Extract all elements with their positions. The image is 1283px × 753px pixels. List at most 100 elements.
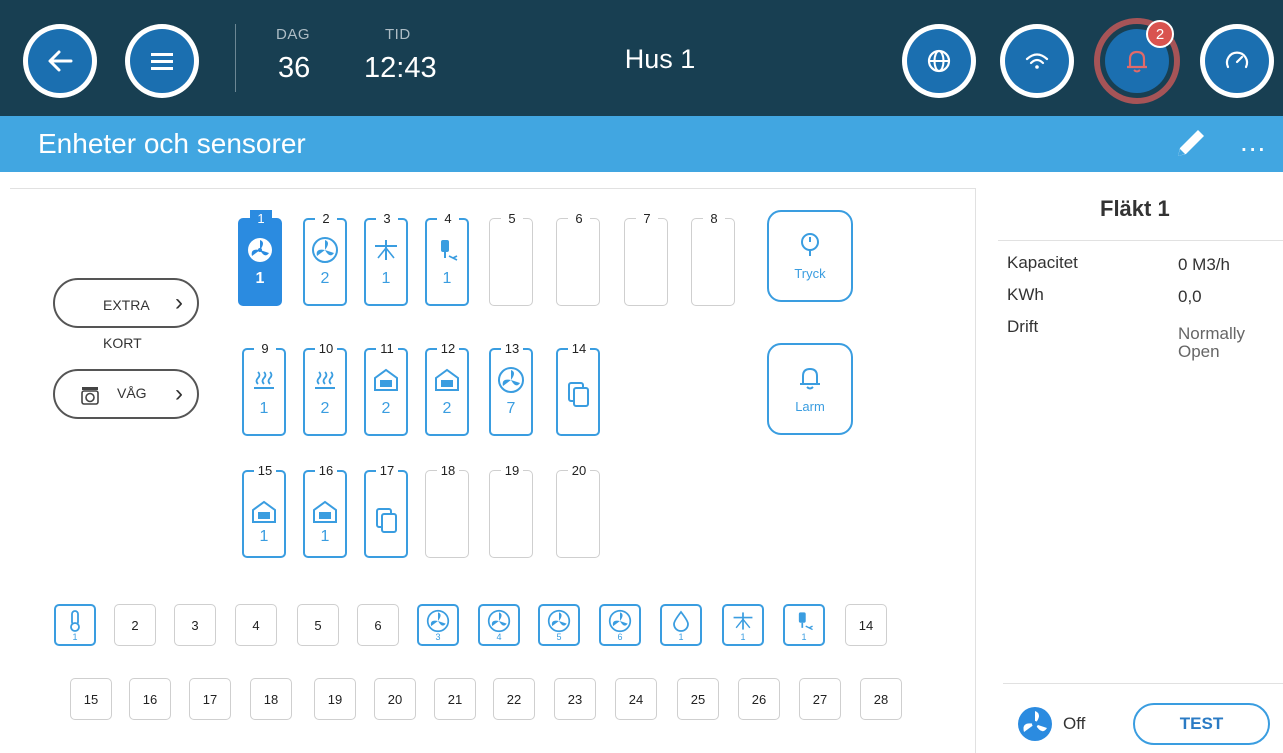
fan-icon xyxy=(498,367,524,393)
slot-count: 1 xyxy=(259,528,269,545)
slot-number: 2 xyxy=(315,210,337,228)
scale-button[interactable]: VÅG › xyxy=(53,369,199,419)
slot-count: 1 xyxy=(255,270,265,287)
sensor-slot-16[interactable]: 16 xyxy=(129,678,171,720)
slot-number: 14 xyxy=(568,340,590,358)
device-slot-8[interactable]: 8 xyxy=(691,210,735,306)
fan-icon xyxy=(547,609,571,632)
sensor-slot-12[interactable]: 1 xyxy=(722,604,764,646)
slot-number: 11 xyxy=(376,340,398,358)
device-slot-14[interactable]: 14 xyxy=(556,340,600,436)
fan-icon xyxy=(608,609,632,632)
sensor-slot-13[interactable]: 1 xyxy=(783,604,825,646)
sensor-slot-17[interactable]: 17 xyxy=(189,678,231,720)
sensor-slot-2[interactable]: 2 xyxy=(114,604,156,646)
copy-icon xyxy=(568,382,589,407)
device-slot-20[interactable]: 20 xyxy=(556,462,600,558)
sensor-slot-4[interactable]: 4 xyxy=(235,604,277,646)
water-drop-icon xyxy=(673,610,689,632)
network-button[interactable] xyxy=(1000,24,1074,98)
sensor-slot-18[interactable]: 18 xyxy=(250,678,292,720)
slot-count: 1 xyxy=(320,528,330,545)
dashboard-button[interactable] xyxy=(1200,24,1274,98)
back-button[interactable] xyxy=(23,24,97,98)
curtain-open-icon xyxy=(374,368,398,391)
sensor-slot-14[interactable]: 14 xyxy=(845,604,887,646)
device-slot-11[interactable]: 11 2 xyxy=(364,340,408,436)
arrow-left-icon xyxy=(48,50,73,72)
device-slot-12[interactable]: 12 2 xyxy=(425,340,469,436)
device-slot-15[interactable]: 15 1 xyxy=(242,462,286,558)
sensor-slot-8[interactable]: 4 xyxy=(478,604,520,646)
slot-number: 12 xyxy=(437,340,459,358)
sensor-slot-1[interactable]: 1 xyxy=(54,604,96,646)
device-slot-17[interactable]: 17 xyxy=(364,462,408,558)
sensor-slot-3[interactable]: 3 xyxy=(174,604,216,646)
sensor-slot-9[interactable]: 5 xyxy=(538,604,580,646)
slot-count: 1 xyxy=(442,270,452,287)
mode-value-line1: Normally xyxy=(1178,324,1246,343)
edit-icon[interactable] xyxy=(1172,124,1210,162)
extra-card-button[interactable]: EXTRA KORT › xyxy=(53,278,199,351)
divider xyxy=(998,240,1283,241)
alarm-settings-button[interactable]: Larm xyxy=(767,343,853,435)
sensor-slot-20[interactable]: 20 xyxy=(374,678,416,720)
sensor-slot-28[interactable]: 28 xyxy=(860,678,902,720)
device-slot-19[interactable]: 19 xyxy=(489,462,533,558)
device-slot-9[interactable]: 9 1 xyxy=(242,340,286,436)
device-slot-6[interactable]: 6 xyxy=(556,210,600,306)
capacity-label: Kapacitet xyxy=(1007,253,1078,272)
alarm-count-badge: 2 xyxy=(1146,20,1174,48)
bell-icon xyxy=(1127,50,1147,73)
time-label: TID xyxy=(385,26,411,43)
device-slot-10[interactable]: 10 2 xyxy=(303,340,347,436)
slot-number: 10 xyxy=(315,340,337,358)
sensor-slot-7[interactable]: 3 xyxy=(417,604,459,646)
device-slot-4[interactable]: 4 1 xyxy=(425,210,469,306)
fan-status-icon xyxy=(1018,707,1052,741)
scale-icon xyxy=(81,387,99,405)
slot-body xyxy=(489,470,533,558)
sensor-slot-21[interactable]: 21 xyxy=(434,678,476,720)
device-slot-16[interactable]: 16 1 xyxy=(303,462,347,558)
sensor-slot-5[interactable]: 5 xyxy=(297,604,339,646)
slot-body xyxy=(556,218,600,306)
pressure-button[interactable]: Tryck xyxy=(767,210,853,302)
device-slot-13[interactable]: 13 7 xyxy=(489,340,533,436)
sensor-slot-22[interactable]: 22 xyxy=(493,678,535,720)
device-slot-3[interactable]: 3 1 xyxy=(364,210,408,306)
sensor-slot-19[interactable]: 19 xyxy=(314,678,356,720)
heater-icon xyxy=(254,371,274,389)
time-value: 12:43 xyxy=(364,52,437,84)
device-slot-5[interactable]: 5 xyxy=(489,210,533,306)
sensor-slot-10[interactable]: 6 xyxy=(599,604,641,646)
device-slot-1[interactable]: 1 1 xyxy=(238,210,282,306)
sensor-slot-6[interactable]: 6 xyxy=(357,604,399,646)
capacity-value: 0 M3/h xyxy=(1178,255,1230,274)
device-slot-18[interactable]: 18 xyxy=(425,462,469,558)
sensor-slot-25[interactable]: 25 xyxy=(677,678,719,720)
divider xyxy=(235,24,236,92)
mode-value-line2: Open xyxy=(1178,342,1220,361)
test-button[interactable]: TEST xyxy=(1133,703,1270,745)
sensor-slot-27[interactable]: 27 xyxy=(799,678,841,720)
sensor-slot-15[interactable]: 15 xyxy=(70,678,112,720)
device-slot-7[interactable]: 7 xyxy=(624,210,668,306)
pressure-gauge-icon xyxy=(801,232,819,256)
scale-label: VÅG xyxy=(117,385,147,401)
wifi-icon xyxy=(1025,53,1049,69)
slot-count: 2 xyxy=(381,400,391,417)
menu-button[interactable] xyxy=(125,24,199,98)
gauge-icon xyxy=(1225,51,1249,69)
more-options-button[interactable]: ... xyxy=(1240,126,1266,158)
sensor-slot-23[interactable]: 23 xyxy=(554,678,596,720)
sensor-slot-24[interactable]: 24 xyxy=(615,678,657,720)
language-button[interactable] xyxy=(902,24,976,98)
slot-count: 1 xyxy=(381,270,391,287)
sensor-slot-11[interactable]: 1 xyxy=(660,604,702,646)
sensor-count: 6 xyxy=(617,631,623,642)
device-slot-2[interactable]: 2 2 xyxy=(303,210,347,306)
sensor-slot-26[interactable]: 26 xyxy=(738,678,780,720)
page-title: Enheter och sensorer xyxy=(38,128,306,159)
water-valve-icon xyxy=(441,240,458,261)
